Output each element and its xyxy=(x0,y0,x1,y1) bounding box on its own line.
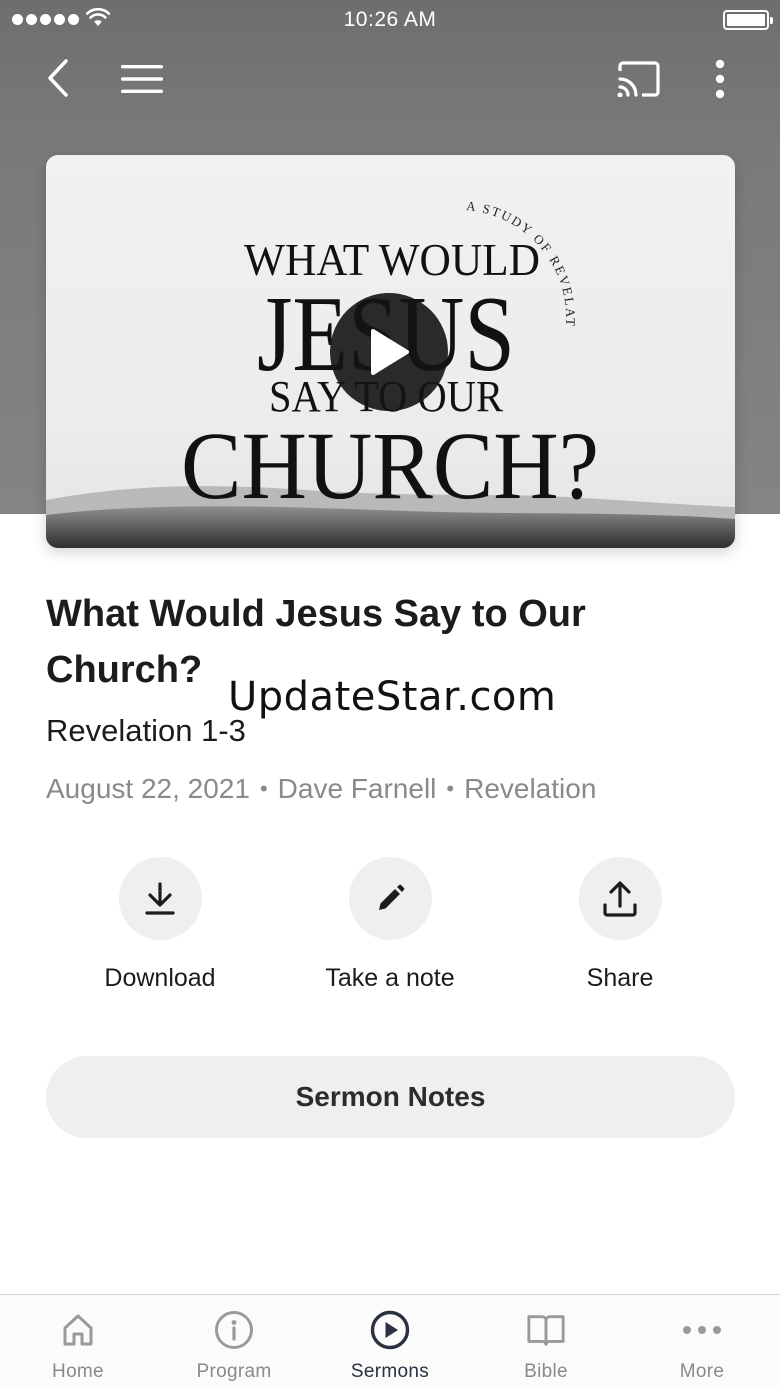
sermon-passage: Revelation 1-3 xyxy=(46,713,246,748)
share-icon xyxy=(603,880,637,917)
tab-sermons-label: Sermons xyxy=(350,1361,430,1382)
meta-separator: • xyxy=(259,776,268,801)
tab-bible[interactable]: Bible xyxy=(468,1295,624,1387)
battery-icon xyxy=(723,10,773,30)
tab-sermons[interactable]: Sermons xyxy=(312,1295,468,1387)
status-time: 10:26 AM xyxy=(343,8,437,31)
chevron-left-icon xyxy=(48,59,68,97)
take-note-label: Take a note xyxy=(325,964,455,992)
play-circle-icon xyxy=(370,1310,410,1350)
back-button[interactable] xyxy=(36,56,80,100)
share-label: Share xyxy=(586,964,654,992)
tab-home[interactable]: Home xyxy=(0,1295,156,1387)
cast-button[interactable] xyxy=(612,56,664,102)
tab-bible-label: Bible xyxy=(524,1361,568,1382)
tab-program-label: Program xyxy=(196,1361,272,1382)
book-icon xyxy=(527,1315,565,1346)
horizontal-dots-icon xyxy=(683,1326,721,1334)
sermon-series[interactable]: Revelation xyxy=(464,773,596,805)
take-note-button[interactable]: Take a note xyxy=(275,857,505,993)
play-button[interactable] xyxy=(330,293,448,411)
cast-icon xyxy=(617,61,660,97)
info-icon xyxy=(215,1311,253,1349)
pencil-icon xyxy=(379,884,405,910)
sermon-notes-button[interactable]: Sermon Notes xyxy=(46,1056,735,1138)
share-button[interactable]: Share xyxy=(505,857,735,993)
watermark-text: UpdateStar.com xyxy=(228,674,557,720)
more-options-button[interactable] xyxy=(704,56,736,102)
tab-home-label: Home xyxy=(52,1361,104,1382)
home-icon xyxy=(63,1314,93,1346)
sermon-speaker[interactable]: Dave Farnell xyxy=(278,773,437,805)
vertical-dots-icon xyxy=(715,59,725,99)
meta-separator: • xyxy=(446,776,455,801)
tab-bar: Home Program Sermons Bible More xyxy=(0,1294,780,1387)
play-icon xyxy=(371,329,409,375)
download-label: Download xyxy=(104,964,216,992)
sermon-artwork[interactable]: A STUDY OF REVELATION 1-3 WHAT WOULD JES… xyxy=(46,155,735,548)
menu-button[interactable] xyxy=(118,58,166,100)
sermon-meta: August 22, 2021 • Dave Farnell • Revelat… xyxy=(46,773,596,805)
download-icon xyxy=(145,881,175,915)
sermon-date: August 22, 2021 xyxy=(46,773,250,804)
hamburger-menu-icon xyxy=(121,65,163,93)
status-bar: 10:26 AM xyxy=(0,0,780,40)
tab-program[interactable]: Program xyxy=(156,1295,312,1387)
download-button[interactable]: Download xyxy=(45,857,275,993)
tab-more-label: More xyxy=(679,1361,725,1382)
art-line-4: CHURCH? xyxy=(181,412,599,519)
tab-more[interactable]: More xyxy=(624,1295,780,1387)
